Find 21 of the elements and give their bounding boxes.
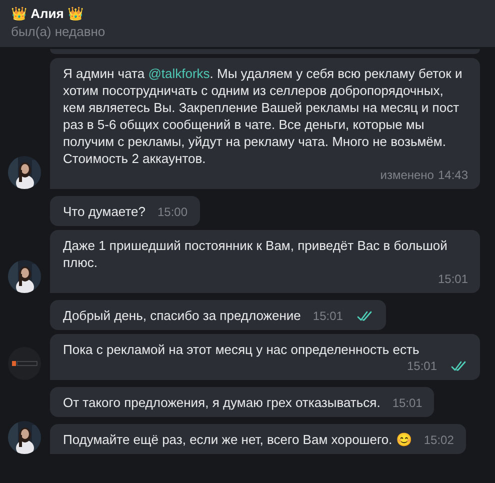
message-text: Пока с рекламой на этот месяц у нас определенность есть [63, 341, 420, 358]
message-text: Добрый день, спасибо за предложение [63, 307, 301, 324]
message-time: 15:01 [406, 358, 437, 374]
message-time: 15:01 [392, 395, 422, 411]
message-text: Подумайте ещё раз, если же нет, всего Вам хорошего. 😊 [63, 431, 412, 448]
contact-name: 👑 Алия 👑 [11, 5, 84, 23]
message-text: Я админ чата @talkforks. Мы удаляем у себя всю рекламу беток и хотим посотрудничать с одним из селлеров добропорядочных, кем являетесь Вы. Закрепление Вашей рекламы на месяц и пост раз в 5-6 общих сообщений в чате. Все деньги, которые мы получим с рекламы, уйдут на рекламу чата. Много не возьмём. Стоимость 2 аккаунтов. [63, 65, 464, 167]
logo-icon [8, 347, 41, 380]
message-time: 15:01 [312, 308, 343, 324]
message-time: 14:43 [438, 167, 468, 183]
message-text: От такого предложения, я думаю грех отказываться. [63, 394, 380, 411]
message-time: 15:00 [158, 204, 188, 220]
double-check-icon [451, 361, 468, 371]
chat-link[interactable]: @talkforks [148, 66, 210, 81]
edited-label: изменено [380, 167, 434, 183]
contact-status: был(а) недавно [11, 23, 106, 41]
message-text: Что думаете? [63, 203, 146, 220]
double-check-icon [356, 311, 374, 321]
message-text: Даже 1 пришедший постоянник к Вам, приведёт Вас в большой плюс. [63, 237, 448, 271]
message-time: 15:02 [424, 432, 454, 448]
message-time: 15:01 [438, 271, 468, 287]
